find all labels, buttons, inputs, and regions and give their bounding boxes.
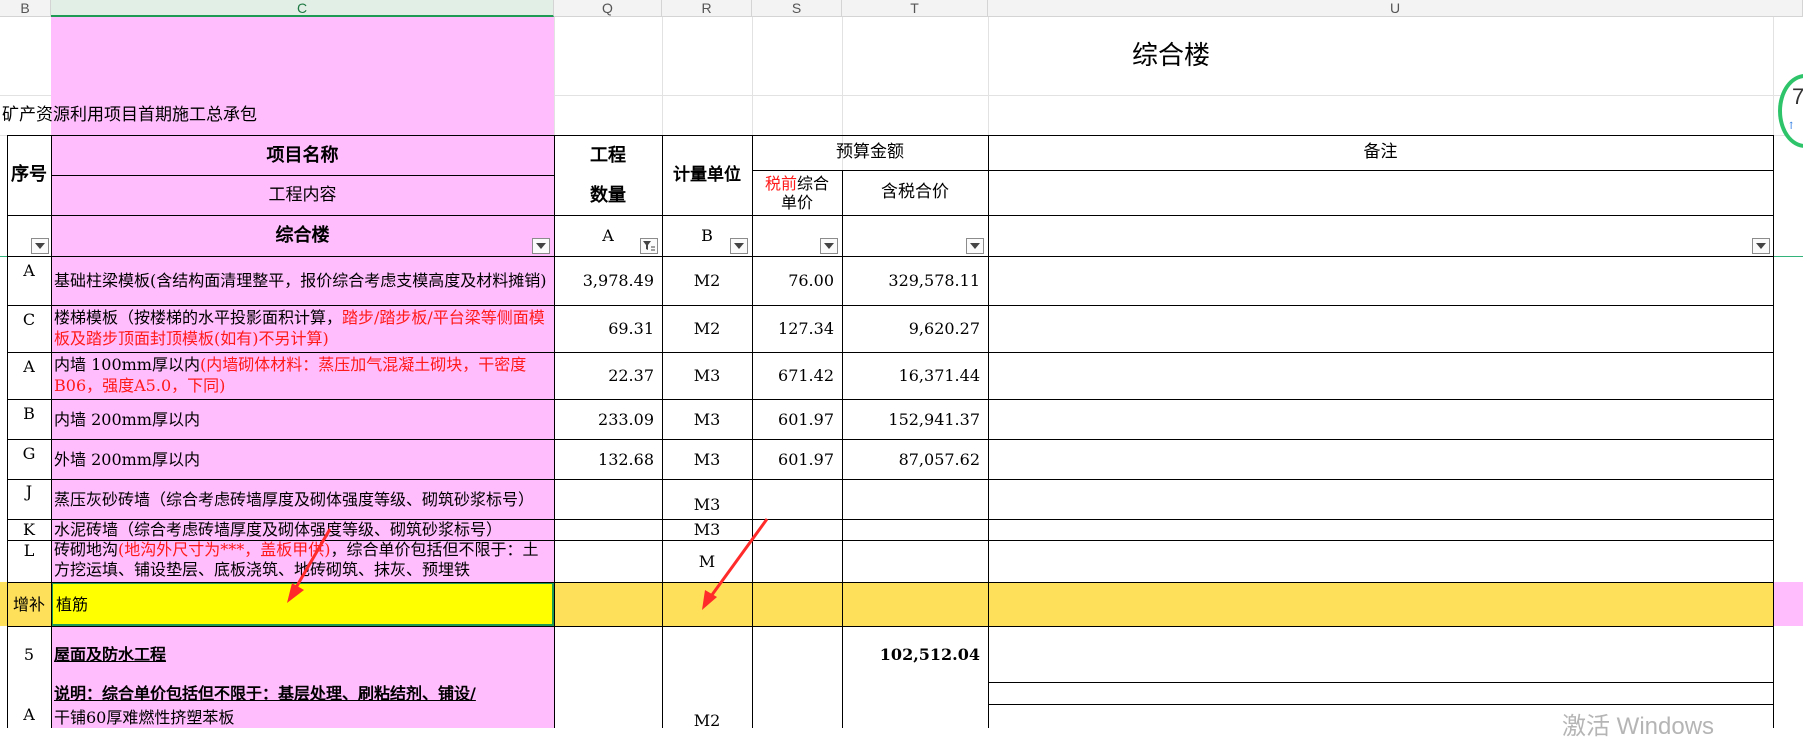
row-total[interactable]: 102,512.04 <box>842 626 988 682</box>
row-qty[interactable]: 3,978.49 <box>554 256 662 305</box>
row-name-text: 基础柱梁模板(含结构面清理整平，报价综合考虑支模高度及材料摊销) <box>54 271 547 290</box>
row-unit[interactable]: M2 <box>662 305 752 352</box>
filter-active-icon[interactable] <box>640 238 658 254</box>
header-subtitle[interactable]: 综合楼 <box>51 215 554 256</box>
row-total[interactable]: 16,371.44 <box>842 352 988 399</box>
row-total[interactable]: 329,578.11 <box>842 256 988 305</box>
header-work-content[interactable]: 工程内容 <box>51 175 554 215</box>
row-qty[interactable]: 69.31 <box>554 305 662 352</box>
header-budget[interactable]: 预算金额 <box>752 135 988 170</box>
row-unit[interactable]: M2 <box>662 256 752 305</box>
row-seq[interactable]: A <box>7 352 51 399</box>
col-header-b[interactable]: B <box>0 0 51 17</box>
row-name[interactable]: 楼梯模板（按楼梯的水平投影面积计算，踏步/踏步板/平台梁等侧面模板及踏步顶面封顶… <box>51 305 554 352</box>
header-remarks[interactable]: 备注 <box>988 135 1773 170</box>
row-unit[interactable]: M2 <box>662 711 752 730</box>
header-seq[interactable]: 序号 <box>7 135 51 215</box>
row-name-text: 植筋 <box>56 594 89 614</box>
row-name[interactable]: 蒸压灰砂砖墙（综合考虑砖墙厚度及砌体强度等级、砌筑砂浆标号） <box>51 479 554 519</box>
col-header-q[interactable]: Q <box>554 0 662 17</box>
header-pretax-rest: 综合 <box>797 173 830 193</box>
up-arrow-icon: ↑ <box>1787 121 1796 132</box>
row-total[interactable]: 87,057.62 <box>842 439 988 479</box>
row-name[interactable]: 基础柱梁模板(含结构面清理整平，报价综合考虑支模高度及材料摊销) <box>51 256 554 305</box>
row-unit[interactable]: M3 <box>662 439 752 479</box>
activation-watermark: 激活 Windows <box>1562 713 1715 740</box>
row-name-text: 干铺60厚难燃性挤塑苯板 <box>54 707 235 727</box>
row-name-text: 屋面及防水工程 <box>54 644 167 664</box>
row-total[interactable]: 9,620.27 <box>842 305 988 352</box>
row-unit[interactable]: M3 <box>662 399 752 439</box>
header-qty-top[interactable]: 工程 <box>554 135 662 175</box>
col-header-u[interactable]: U <box>988 0 1803 17</box>
red-arrow-icon <box>287 528 332 603</box>
row-name[interactable]: 内墙 200mm厚以内 <box>51 399 554 439</box>
sheet-title[interactable]: 综合楼 <box>554 17 1788 95</box>
row-seq[interactable]: 增补 <box>7 582 51 626</box>
row-name[interactable]: 干铺60厚难燃性挤塑苯板 <box>51 706 554 728</box>
filter-dropdown-icon[interactable] <box>730 238 748 254</box>
row-price[interactable]: 76.00 <box>752 256 842 305</box>
badge-number: 7 <box>1792 84 1803 109</box>
project-name[interactable]: 矿产资源利用项目首期施工总承包 <box>0 95 554 135</box>
filter-dropdown-icon[interactable] <box>31 238 49 254</box>
header-qty-bottom[interactable]: 数量 <box>554 175 662 215</box>
header-pretax-red: 税前 <box>764 173 797 193</box>
filter-dropdown-icon[interactable] <box>532 238 550 254</box>
row-seq[interactable]: 5 <box>7 626 51 682</box>
row-total[interactable]: 152,941.37 <box>842 399 988 439</box>
row-price[interactable]: 127.34 <box>752 305 842 352</box>
filter-dropdown-icon[interactable] <box>1752 238 1770 254</box>
col-header-c[interactable]: C <box>51 0 554 17</box>
row-seq[interactable]: B <box>7 399 51 439</box>
row-name-text: 外墙 200mm厚以内 <box>54 449 200 469</box>
row-name-text: 说明：综合单价包括但不限于：基层处理、刷粘结剂、铺设/ <box>54 683 476 703</box>
row-seq[interactable]: K <box>7 519 51 540</box>
pink-edge <box>1773 582 1803 626</box>
row-name[interactable]: 内墙 100mm厚以内(内墙砌体材料：蒸压加气混凝土砌块，干密度B06，强度A5… <box>51 352 554 399</box>
col-header-s[interactable]: S <box>752 0 842 17</box>
row-price[interactable]: 671.42 <box>752 352 842 399</box>
col-header-r[interactable]: R <box>662 0 752 17</box>
row-unit[interactable]: M3 <box>662 352 752 399</box>
row-name-text: 蒸压灰砂砖墙（综合考虑砖墙厚度及砌体强度等级、砌筑砂浆标号） <box>54 489 535 509</box>
row-seq[interactable]: G <box>7 439 51 479</box>
row-name-text: 内墙 200mm厚以内 <box>54 409 200 429</box>
filter-dropdown-icon[interactable] <box>966 238 984 254</box>
row-name[interactable]: 外墙 200mm厚以内 <box>51 439 554 479</box>
filter-dropdown-icon[interactable] <box>820 238 838 254</box>
row-seq[interactable]: A <box>7 256 51 305</box>
row-qty[interactable]: 132.68 <box>554 439 662 479</box>
row-name[interactable]: 屋面及防水工程 <box>51 626 554 682</box>
row-seq[interactable]: A <box>7 704 51 728</box>
row-seq[interactable]: C <box>7 305 51 352</box>
row-name-text: 水泥砖墙（综合考虑砖墙厚度及砌体强度等级、砌筑砂浆标号） <box>54 520 503 539</box>
header-unit[interactable]: 计量单位 <box>662 135 752 215</box>
row-qty[interactable]: 22.37 <box>554 352 662 399</box>
row-name-text: 砖砌地沟 <box>54 540 119 559</box>
row-name-text: 内墙 100mm厚以内 <box>54 355 200 374</box>
header-pretax-line2: 单价 <box>780 192 813 212</box>
row-seq[interactable]: L <box>7 540 51 582</box>
row-price[interactable]: 601.97 <box>752 439 842 479</box>
row-price[interactable]: 601.97 <box>752 399 842 439</box>
row-name[interactable]: 说明：综合单价包括但不限于：基层处理、刷粘结剂、铺设/ <box>51 682 554 704</box>
row-name-text: 楼梯模板（按楼梯的水平投影面积计算， <box>54 308 343 327</box>
row-qty[interactable]: 233.09 <box>554 399 662 439</box>
header-pretax-price[interactable]: 税前综合 单价 <box>752 170 842 215</box>
col-header-t[interactable]: T <box>842 0 988 17</box>
header-tax-total[interactable]: 含税合价 <box>842 170 988 215</box>
header-item-name[interactable]: 项目名称 <box>51 135 554 175</box>
red-arrow-icon <box>702 518 769 610</box>
row-unit[interactable]: M3 <box>662 479 752 519</box>
row-seq[interactable]: J <box>7 479 51 519</box>
